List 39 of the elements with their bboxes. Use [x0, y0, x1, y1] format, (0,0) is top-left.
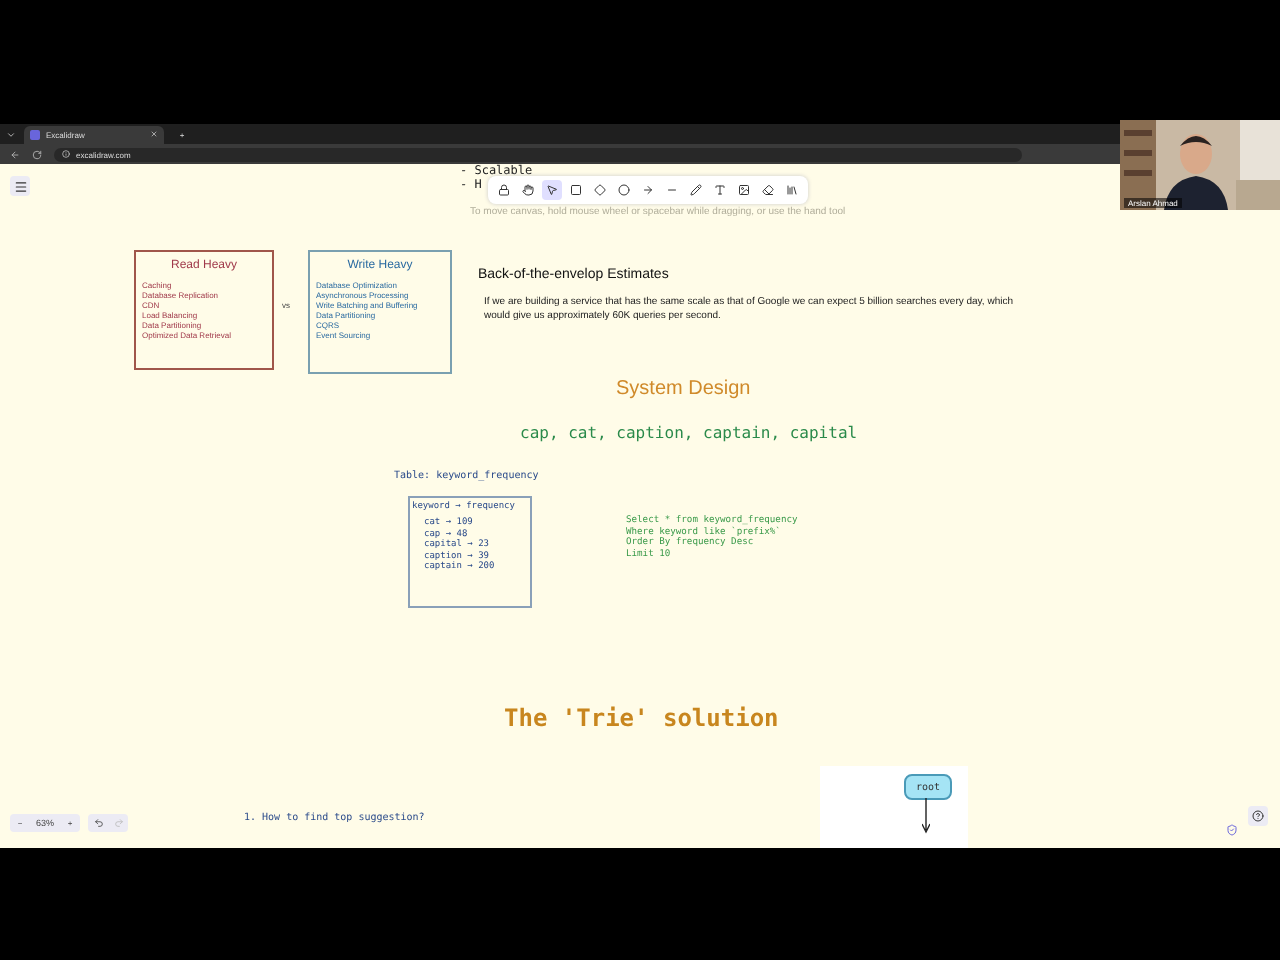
rectangle-icon	[570, 184, 582, 196]
image-tool[interactable]	[734, 180, 754, 200]
rectangle-tool[interactable]	[566, 180, 586, 200]
select-icon	[546, 184, 558, 196]
image-icon	[738, 184, 750, 196]
eraser-icon	[762, 184, 774, 196]
shield-icon[interactable]	[1226, 824, 1238, 836]
help-icon	[1252, 810, 1264, 822]
back-icon[interactable]	[10, 149, 20, 159]
hand-tool[interactable]	[518, 180, 538, 200]
help-button[interactable]	[1248, 806, 1268, 826]
site-info-icon[interactable]	[62, 150, 70, 158]
line-icon	[666, 184, 678, 196]
lock-icon	[498, 184, 510, 196]
eraser-tool[interactable]	[758, 180, 778, 200]
undo-icon	[93, 818, 104, 828]
diamond-icon	[594, 184, 606, 196]
hand-icon	[522, 184, 534, 196]
trie-title: The 'Trie' solution	[504, 704, 779, 733]
pencil-icon	[690, 184, 702, 196]
arrow-icon	[642, 184, 654, 196]
reload-icon[interactable]	[32, 149, 42, 159]
section-title: System Design	[616, 376, 751, 402]
lock-tool[interactable]	[494, 180, 514, 200]
ellipse-icon	[618, 184, 630, 196]
ellipse-tool[interactable]	[614, 180, 634, 200]
favicon-icon	[30, 129, 40, 139]
arrow-tool[interactable]	[638, 180, 658, 200]
arrow-icon	[922, 798, 930, 834]
pencil-tool[interactable]	[686, 180, 706, 200]
menu-button[interactable]	[10, 176, 30, 196]
text-icon	[714, 184, 726, 196]
text-tool[interactable]	[710, 180, 730, 200]
words-text: cap, cat, caption, captain, capital	[520, 424, 858, 444]
library-icon	[786, 184, 798, 196]
menu-icon	[13, 179, 27, 193]
select-tool[interactable]	[542, 180, 562, 200]
tab-list-icon[interactable]	[6, 129, 16, 139]
redo-icon	[113, 818, 124, 828]
